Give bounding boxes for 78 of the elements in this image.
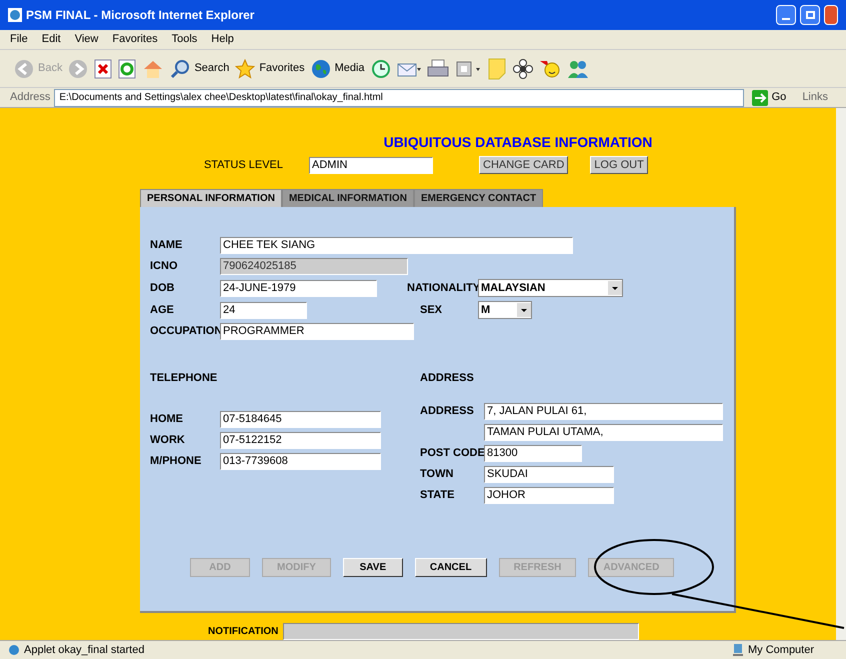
toolbar-button[interactable]: Search [170, 58, 230, 78]
field-label: TELEPHONE [150, 371, 218, 386]
notification-label: NOTIFICATION [208, 625, 278, 639]
text-field[interactable]: 7, JALAN PULAI 61, [484, 402, 723, 420]
tab[interactable]: EMERGENCY CONTACT [414, 189, 544, 207]
globe-icon [310, 58, 331, 78]
field-label: TOWN [420, 466, 454, 482]
browser-icon [8, 8, 22, 22]
field-label: NAME [150, 238, 184, 254]
address-field[interactable]: E:\Documents and Settings\alex chee\Desktop\latest\final\okay_final.html [54, 88, 744, 106]
header-button[interactable]: CHANGE CARD [479, 156, 568, 174]
text-field[interactable]: TAMAN PULAI UTAMA, [484, 424, 723, 440]
page-title: UBIQUITOUS DATABASE INFORMATION [384, 133, 652, 152]
menu-item[interactable]: Help [211, 31, 234, 48]
field-label: SEX [420, 302, 444, 318]
status-text: Applet okay_final started [24, 642, 146, 658]
printer-icon[interactable] [426, 58, 449, 78]
text-field[interactable]: CHEE TEK SIANG [220, 237, 573, 254]
dropdown[interactable]: M [478, 301, 532, 319]
menu-item[interactable]: Favorites [112, 31, 158, 48]
header-button[interactable]: LOG OUT [590, 156, 648, 174]
search-icon [170, 58, 190, 78]
flower-icon[interactable] [512, 58, 533, 78]
window-title: PSM FINAL - Microsoft Internet Explorer [26, 7, 256, 24]
text-field[interactable]: JOHOR [484, 486, 614, 504]
text-field[interactable]: 24-JUNE-1979 [220, 280, 377, 296]
field-label: NATIONALITY [407, 280, 478, 296]
text-field[interactable]: 07-5184645 [220, 410, 381, 428]
dropdown[interactable]: MALAYSIAN [478, 279, 623, 297]
field-label: OCCUPATION [150, 324, 220, 340]
arrow-icon [752, 90, 768, 106]
action-button[interactable]: CANCEL [414, 558, 487, 577]
applet-icon [8, 644, 20, 656]
scrollbar[interactable] [836, 108, 846, 640]
close-button[interactable] [824, 5, 838, 25]
minimize-button[interactable] [776, 5, 796, 25]
text-field[interactable]: SKUDAI [484, 466, 614, 482]
edit-icon[interactable] [454, 58, 481, 78]
field-label: DOB [150, 280, 176, 296]
status-label: STATUS LEVEL [202, 158, 283, 173]
links-label: Links [801, 90, 829, 106]
text-field[interactable]: PROGRAMMER [220, 323, 414, 340]
field-label: POST CODE [420, 446, 484, 461]
computer-icon [732, 643, 744, 657]
text-field[interactable]: 81300 [484, 444, 582, 462]
text-field[interactable] [283, 623, 640, 640]
field-label: AGE [150, 302, 175, 318]
menu-item[interactable]: Tools [172, 31, 198, 48]
people-icon[interactable] [566, 58, 589, 78]
tab[interactable]: MEDICAL INFORMATION [282, 189, 414, 207]
field-label: ICNO [150, 259, 178, 274]
field-label: WORK [150, 432, 186, 448]
address-label: Address [10, 90, 50, 106]
menu-item[interactable]: View [74, 31, 98, 48]
go-button[interactable]: Go [748, 89, 790, 106]
field-label: ADDRESS [420, 371, 475, 386]
stop-icon[interactable] [94, 58, 112, 78]
text-field[interactable]: 013-7739608 [220, 452, 381, 470]
back-icon [14, 58, 34, 78]
zone-text: My Computer [748, 642, 816, 658]
action-button[interactable]: SAVE [342, 558, 403, 577]
menu-item[interactable]: File [10, 31, 28, 48]
menu-item[interactable]: Edit [42, 31, 61, 48]
field-label: M/PHONE [150, 454, 202, 469]
text-field[interactable]: 07-5122152 [220, 432, 381, 448]
maximize-button[interactable] [800, 5, 820, 25]
tab[interactable]: PERSONAL INFORMATION [140, 189, 282, 207]
refresh-icon[interactable] [118, 58, 136, 78]
smiley-icon[interactable] [538, 58, 561, 78]
field-label: ADDRESS [420, 404, 475, 419]
toolbar-button[interactable]: Media [310, 58, 365, 78]
history-icon[interactable] [370, 58, 391, 78]
star-icon [235, 58, 256, 78]
field-label: HOME [150, 412, 184, 427]
toolbar-button[interactable]: Favorites [235, 58, 305, 78]
text-field[interactable]: ADMIN [309, 156, 433, 174]
field-label: STATE [420, 488, 456, 503]
text-field[interactable]: 24 [220, 302, 307, 318]
